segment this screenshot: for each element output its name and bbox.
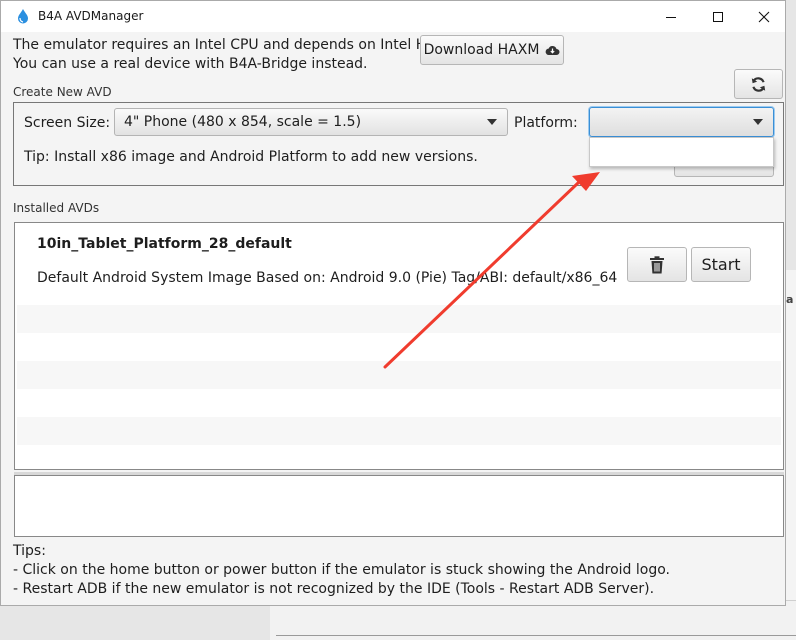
maximize-icon	[713, 11, 723, 22]
installed-avds-section-label: Installed AVDs	[13, 201, 100, 215]
empty-list-row	[17, 361, 781, 389]
empty-list-row	[17, 305, 781, 333]
water-drop-icon	[18, 9, 28, 24]
screen-size-label: Screen Size:	[24, 115, 111, 131]
list-item[interactable]: 10in_Tablet_Platform_28_default Default …	[15, 223, 783, 303]
installed-avds-list[interactable]: 10in_Tablet_Platform_28_default Default …	[14, 222, 784, 470]
close-icon	[758, 11, 770, 22]
avd-manager-window: B4A AVDManager The emulator requires an …	[0, 0, 786, 606]
platform-dropdown-list[interactable]	[589, 137, 774, 167]
background-window-bottom	[270, 600, 796, 640]
avd-name: 10in_Tablet_Platform_28_default	[37, 236, 292, 252]
tips-line-1: - Click on the home button or power butt…	[13, 562, 671, 578]
avd-description: Default Android System Image Based on: A…	[37, 270, 618, 286]
details-pane	[14, 475, 784, 537]
tips-title: Tips:	[13, 543, 46, 559]
maximize-button[interactable]	[695, 1, 741, 32]
minimize-button[interactable]	[648, 1, 694, 32]
screen-size-select[interactable]: 4" Phone (480 x 854, scale = 1.5)	[114, 108, 508, 136]
close-button[interactable]	[741, 1, 787, 32]
platform-select[interactable]	[589, 107, 774, 137]
cloud-download-icon	[546, 46, 560, 56]
start-avd-button[interactable]: Start	[691, 247, 751, 282]
create-avd-tip: Tip: Install x86 image and Android Platf…	[24, 149, 478, 165]
haxm-info-line-2: You can use a real device with B4A-Bridg…	[13, 56, 368, 72]
chevron-down-icon	[487, 119, 497, 125]
start-avd-button-label: Start	[701, 255, 741, 274]
title-bar[interactable]: B4A AVDManager	[1, 1, 785, 32]
download-haxm-button[interactable]: Download HAXM	[420, 35, 564, 65]
refresh-icon	[751, 76, 766, 92]
background-text-fragment: a	[786, 293, 794, 306]
tips-line-2: - Restart ADB if the new emulator is not…	[13, 581, 655, 597]
platform-label: Platform:	[514, 115, 578, 131]
chevron-down-icon	[753, 119, 763, 125]
haxm-info-line-1: The emulator requires an Intel CPU and d…	[13, 37, 436, 53]
download-haxm-label: Download HAXM	[423, 42, 540, 58]
minimize-icon	[666, 16, 676, 18]
trash-icon	[650, 255, 664, 273]
screen-size-value: 4" Phone (480 x 854, scale = 1.5)	[124, 114, 362, 130]
empty-list-row	[17, 417, 781, 445]
window-title: B4A AVDManager	[38, 9, 144, 23]
delete-avd-button[interactable]	[627, 247, 687, 282]
create-avd-section-label: Create New AVD	[13, 85, 112, 99]
refresh-button[interactable]	[734, 69, 783, 99]
